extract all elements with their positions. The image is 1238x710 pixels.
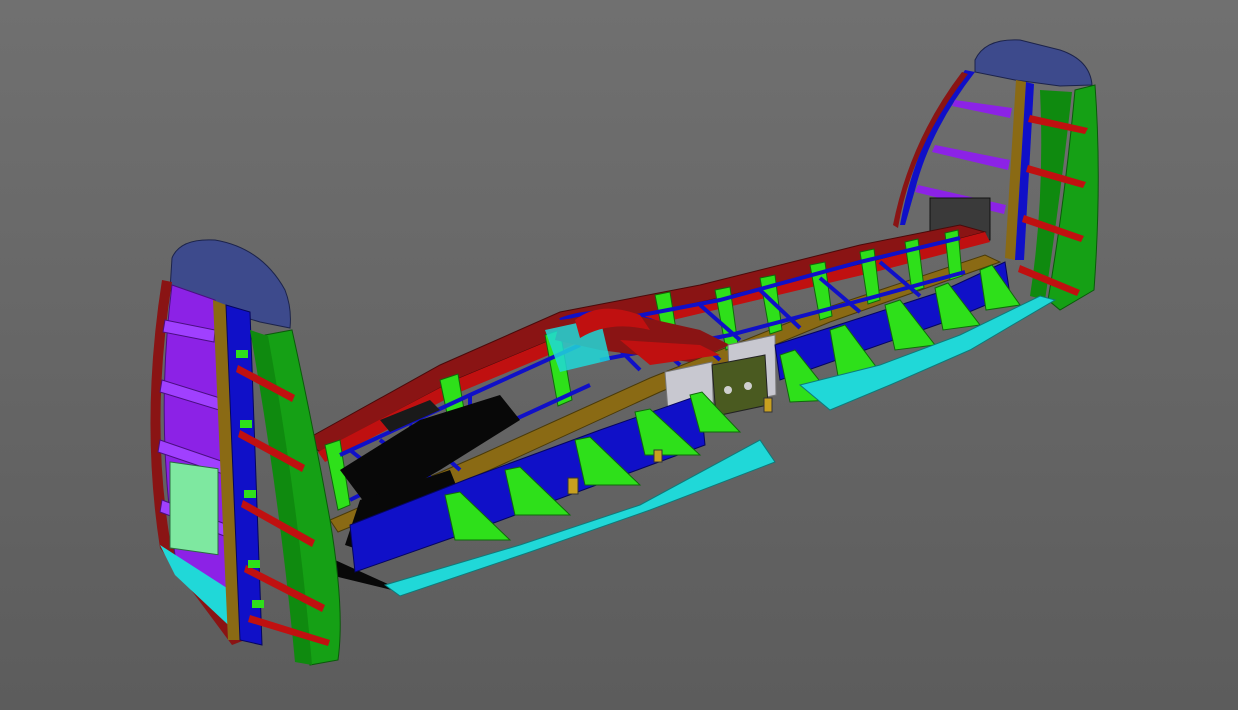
left-winglet-light-panel[interactable]	[169, 461, 219, 556]
olive-control-board[interactable]	[711, 354, 769, 417]
3d-viewport[interactable]	[0, 0, 1238, 710]
right-winglet-purple-ribs	[915, 100, 1012, 214]
flying-wing-cad-model[interactable]	[0, 0, 1238, 710]
right-winglet-cap[interactable]	[974, 39, 1093, 87]
left-winglet[interactable]	[150, 239, 341, 666]
